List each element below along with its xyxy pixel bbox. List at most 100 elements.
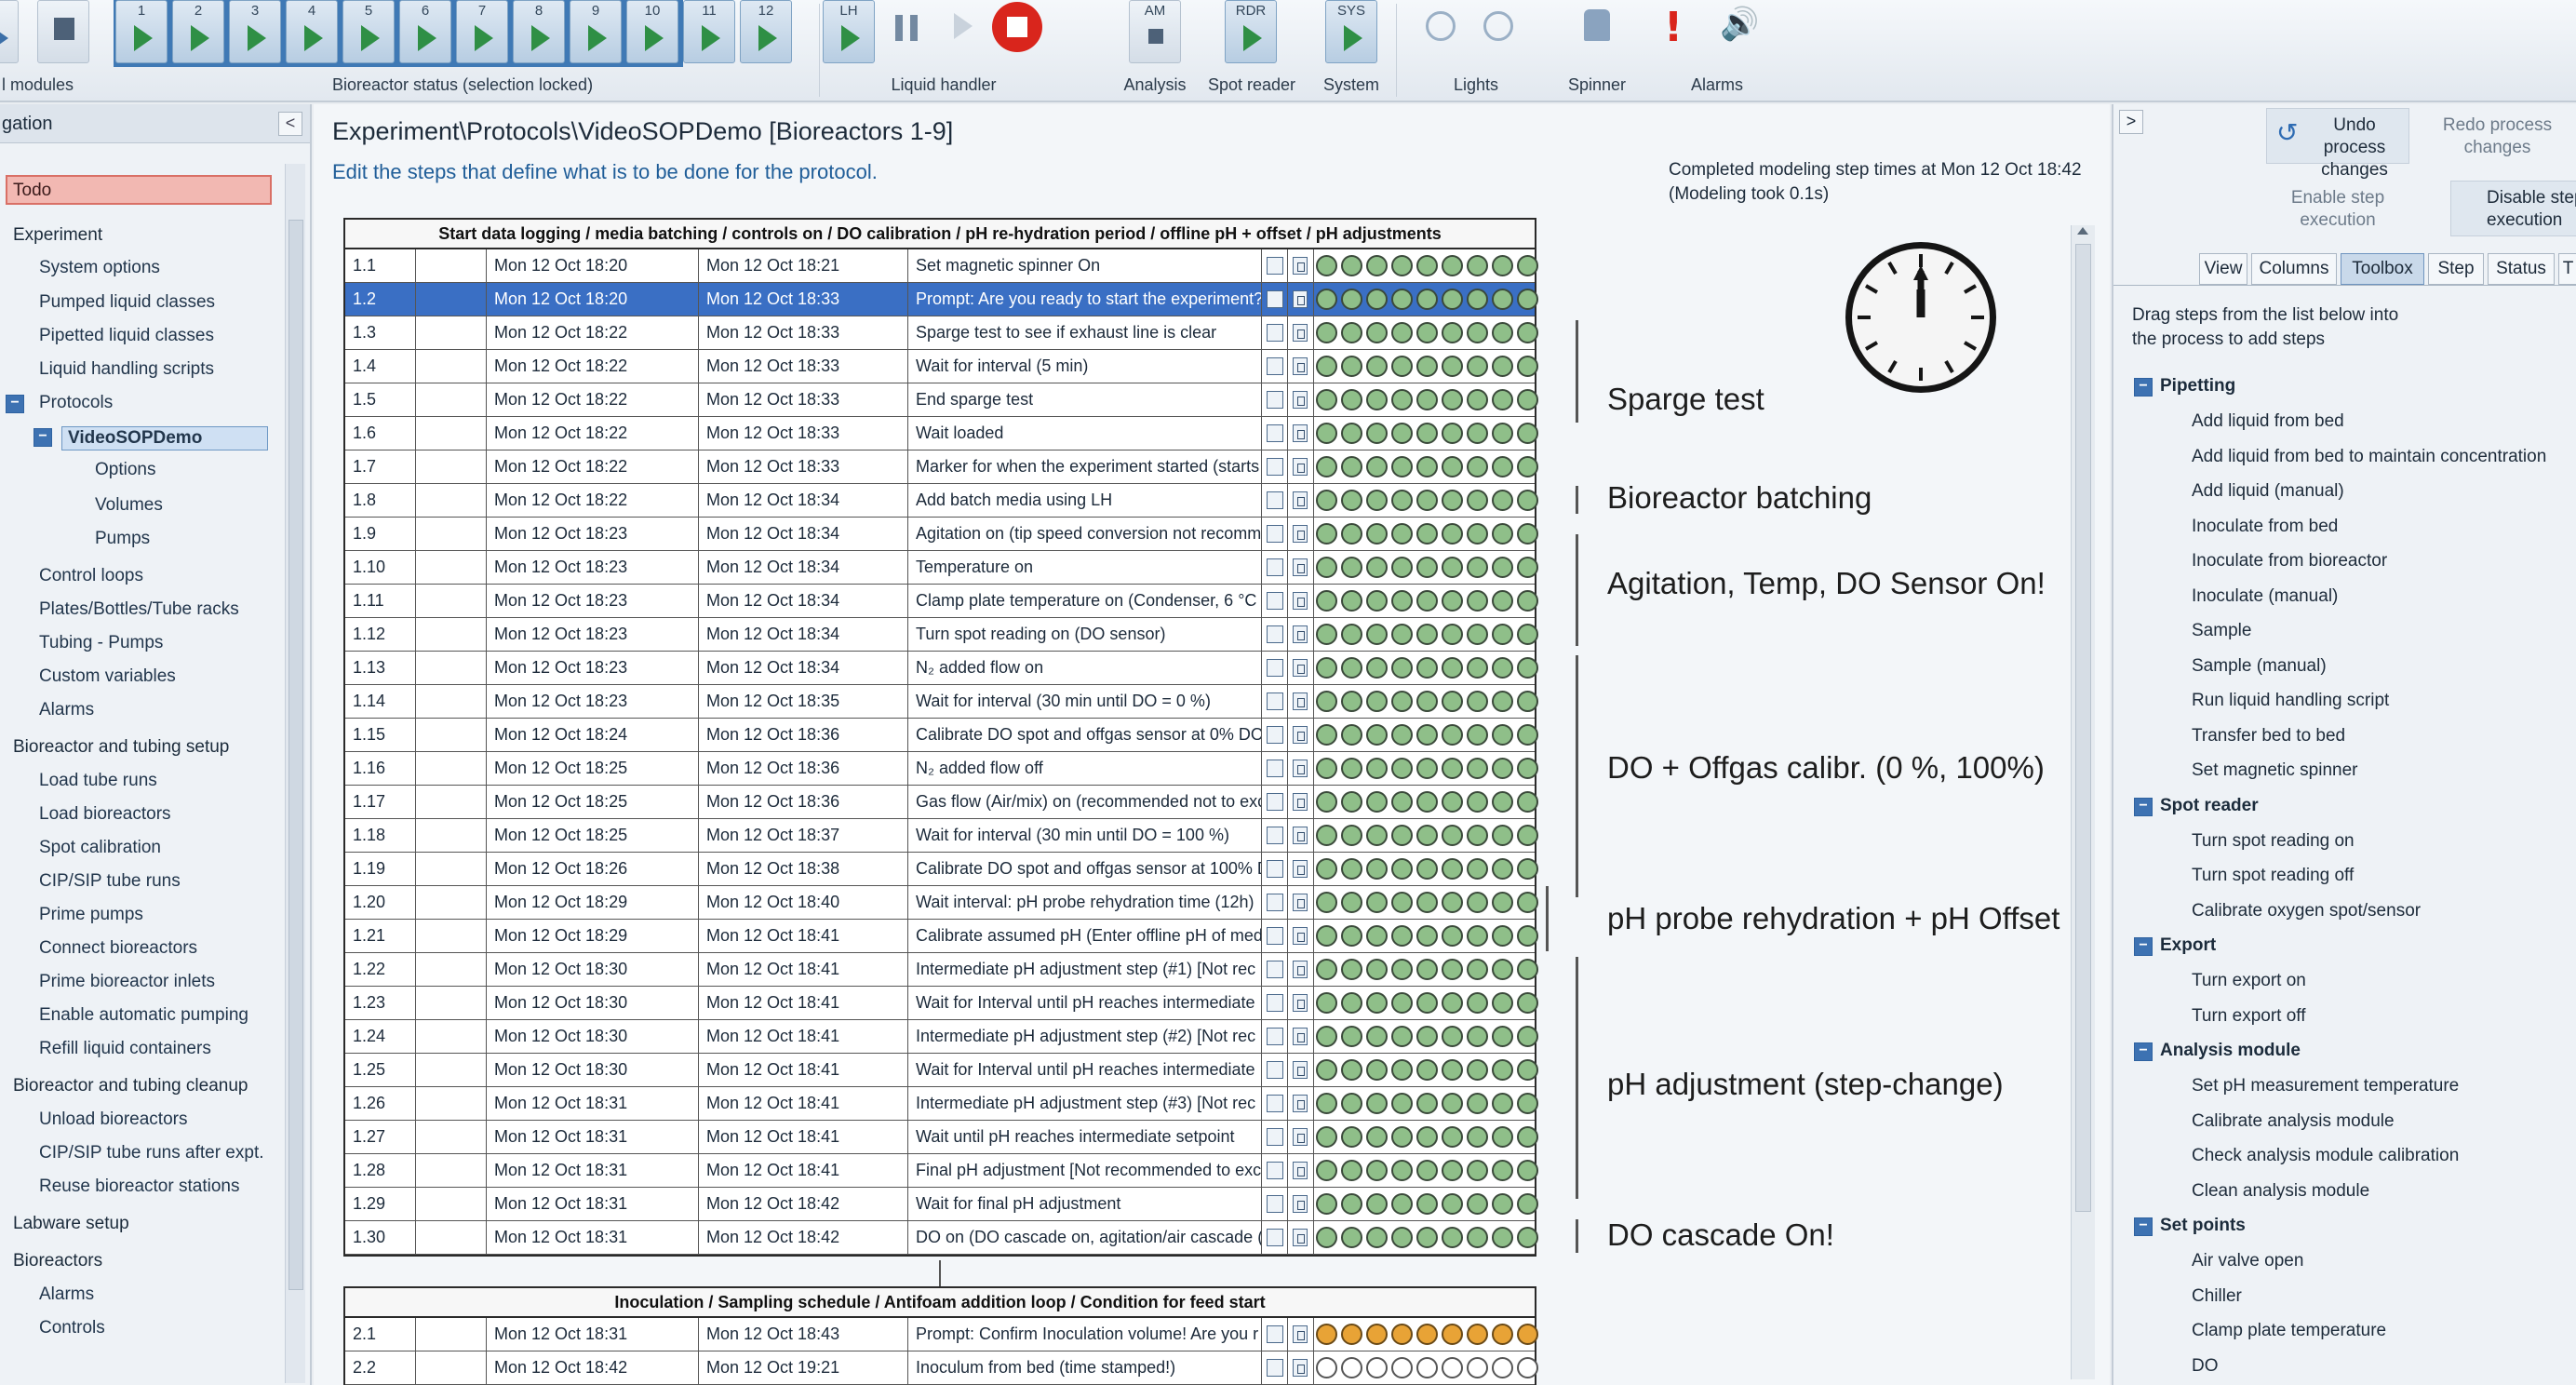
bioreactor-status-dot[interactable] <box>1366 389 1388 410</box>
bioreactor-status-dot[interactable] <box>1341 758 1362 779</box>
bioreactor-status-dot[interactable] <box>1391 959 1413 980</box>
bioreactor-status-dot[interactable] <box>1366 322 1388 343</box>
bioreactor-status-dot[interactable] <box>1416 791 1438 813</box>
bioreactor-status-dot[interactable] <box>1416 724 1438 746</box>
bioreactor-status-dot[interactable] <box>1341 1193 1362 1215</box>
edit-step-cell[interactable] <box>1262 752 1288 785</box>
bioreactor-status-dot[interactable] <box>1517 1093 1538 1114</box>
table-row[interactable]: 1.27 Mon 12 Oct 18:31 Mon 12 Oct 18:41 Wait… <box>345 1121 1538 1154</box>
bioreactor-status-dot[interactable] <box>1366 1026 1388 1047</box>
bioreactor-status-dot[interactable] <box>1467 1193 1488 1215</box>
bioreactor-status-dot[interactable] <box>1517 1126 1538 1148</box>
bioreactor-status-dot[interactable] <box>1467 1026 1488 1047</box>
bioreactor-status-dot[interactable] <box>1467 557 1488 578</box>
bioreactor-status-dot[interactable] <box>1366 255 1388 276</box>
bioreactor-status-dot[interactable] <box>1492 892 1513 913</box>
bioreactor-status-dot[interactable] <box>1366 490 1388 511</box>
bioreactor-status-dot[interactable] <box>1316 1026 1337 1047</box>
bioreactor-status-dot[interactable] <box>1467 523 1488 545</box>
pause-button[interactable] <box>882 0 934 63</box>
bioreactor-status-dot[interactable] <box>1366 1093 1388 1114</box>
bioreactor-status-dot[interactable] <box>1467 490 1488 511</box>
bioreactor-status-dot[interactable] <box>1391 423 1413 444</box>
lock-step-cell[interactable] <box>1288 1318 1314 1351</box>
edit-step-cell[interactable] <box>1262 953 1288 986</box>
bioreactor-status-dot[interactable] <box>1467 925 1488 947</box>
bioreactor-status-dot[interactable] <box>1442 1026 1463 1047</box>
bioreactor-status-dot[interactable] <box>1341 389 1362 410</box>
bioreactor-status-dot[interactable] <box>1492 255 1513 276</box>
edit-step-cell[interactable] <box>1262 886 1288 919</box>
edit-icon[interactable] <box>1267 324 1283 342</box>
bioreactor-status-dot[interactable] <box>1316 1059 1337 1081</box>
bioreactor-status-dot[interactable] <box>1341 825 1362 846</box>
bioreactor-status-dot[interactable] <box>1316 590 1337 612</box>
tab-overflow[interactable]: T <box>2558 253 2576 285</box>
step-detail-icon[interactable] <box>1293 558 1308 576</box>
bioreactor-status-dot[interactable] <box>1316 1126 1337 1148</box>
bioreactor-status-dot[interactable] <box>1366 557 1388 578</box>
nav-item-prime-pumps[interactable]: Prime pumps <box>39 905 143 925</box>
edit-icon[interactable] <box>1267 391 1283 409</box>
lock-step-cell[interactable] <box>1288 1121 1314 1153</box>
edit-step-cell[interactable] <box>1262 1121 1288 1153</box>
edit-icon[interactable] <box>1267 1061 1283 1079</box>
edit-step-cell[interactable] <box>1262 484 1288 517</box>
bioreactor-status-dot[interactable] <box>1442 490 1463 511</box>
edit-step-cell[interactable] <box>1262 786 1288 818</box>
bioreactor-status-dot[interactable] <box>1517 389 1538 410</box>
collapse-group-icon[interactable]: − <box>2134 937 2153 956</box>
bioreactor-status-dot[interactable] <box>1517 724 1538 746</box>
bioreactor-status-dot[interactable] <box>1492 490 1513 511</box>
edit-step-cell[interactable] <box>1262 585 1288 617</box>
bioreactor-status-dot[interactable] <box>1391 691 1413 712</box>
bioreactor-status-dot[interactable] <box>1442 959 1463 980</box>
edit-step-cell[interactable] <box>1262 1154 1288 1187</box>
edit-step-cell[interactable] <box>1262 249 1288 282</box>
edit-step-cell[interactable] <box>1262 316 1288 349</box>
bioreactor-status-dot[interactable] <box>1517 255 1538 276</box>
bioreactor-status-dot[interactable] <box>1442 1160 1463 1181</box>
scrollbar-thumb[interactable] <box>2075 244 2091 1212</box>
bioreactor-status-dot[interactable] <box>1416 1324 1438 1345</box>
toolbox-item[interactable]: Calibrate oxygen spot/sensor <box>2192 901 2421 921</box>
bioreactor-status-dot[interactable] <box>1316 389 1337 410</box>
bioreactor-status-dot[interactable] <box>1416 959 1438 980</box>
bioreactor-status-dot[interactable] <box>1416 1059 1438 1081</box>
bioreactor-status-dot[interactable] <box>1467 959 1488 980</box>
edit-step-cell[interactable] <box>1262 1221 1288 1254</box>
bioreactor-status-dot[interactable] <box>1341 523 1362 545</box>
toolbox-group-analysis-module[interactable]: Analysis module <box>2160 1041 2301 1061</box>
lock-step-cell[interactable] <box>1288 484 1314 517</box>
bioreactor-status-dot[interactable] <box>1492 389 1513 410</box>
toolbox-item[interactable]: Check analysis module calibration <box>2192 1146 2459 1166</box>
bioreactor-status-dot[interactable] <box>1492 557 1513 578</box>
alarm-button[interactable]: ! <box>1647 0 1699 63</box>
bioreactor-status-dot[interactable] <box>1391 657 1413 679</box>
tab-step[interactable]: Step <box>2428 253 2484 285</box>
lock-step-cell[interactable] <box>1288 518 1314 550</box>
bioreactor-status-dot[interactable] <box>1366 356 1388 377</box>
edit-step-cell[interactable] <box>1262 383 1288 416</box>
tab-toolbox[interactable]: Toolbox <box>2341 253 2424 285</box>
bioreactor-status-dot[interactable] <box>1366 624 1388 645</box>
bioreactor-status-dot[interactable] <box>1467 624 1488 645</box>
bioreactor-status-dot[interactable] <box>1341 657 1362 679</box>
edit-step-cell[interactable] <box>1262 685 1288 718</box>
bioreactor-status-dot[interactable] <box>1517 925 1538 947</box>
bioreactor-status-dot[interactable] <box>1442 624 1463 645</box>
bioreactor-status-dot[interactable] <box>1416 423 1438 444</box>
edit-step-cell[interactable] <box>1262 350 1288 383</box>
step-detail-icon[interactable] <box>1293 760 1308 777</box>
lh-play-button[interactable]: LH <box>823 0 875 63</box>
bioreactor-status-dot[interactable] <box>1442 456 1463 477</box>
bioreactor-status-dot[interactable] <box>1341 992 1362 1014</box>
edit-icon[interactable] <box>1267 1128 1283 1146</box>
edit-step-cell[interactable] <box>1262 819 1288 852</box>
nav-item-tubing-pumps[interactable]: Tubing - Pumps <box>39 633 163 653</box>
edit-icon[interactable] <box>1267 961 1283 978</box>
step-detail-icon[interactable] <box>1293 625 1308 643</box>
nav-item-bioreactor-and-tubing-setup[interactable]: Bioreactor and tubing setup <box>13 737 229 758</box>
toolbox-item[interactable]: Set pH measurement temperature <box>2192 1076 2459 1096</box>
bioreactor-status-dot[interactable] <box>1442 1193 1463 1215</box>
